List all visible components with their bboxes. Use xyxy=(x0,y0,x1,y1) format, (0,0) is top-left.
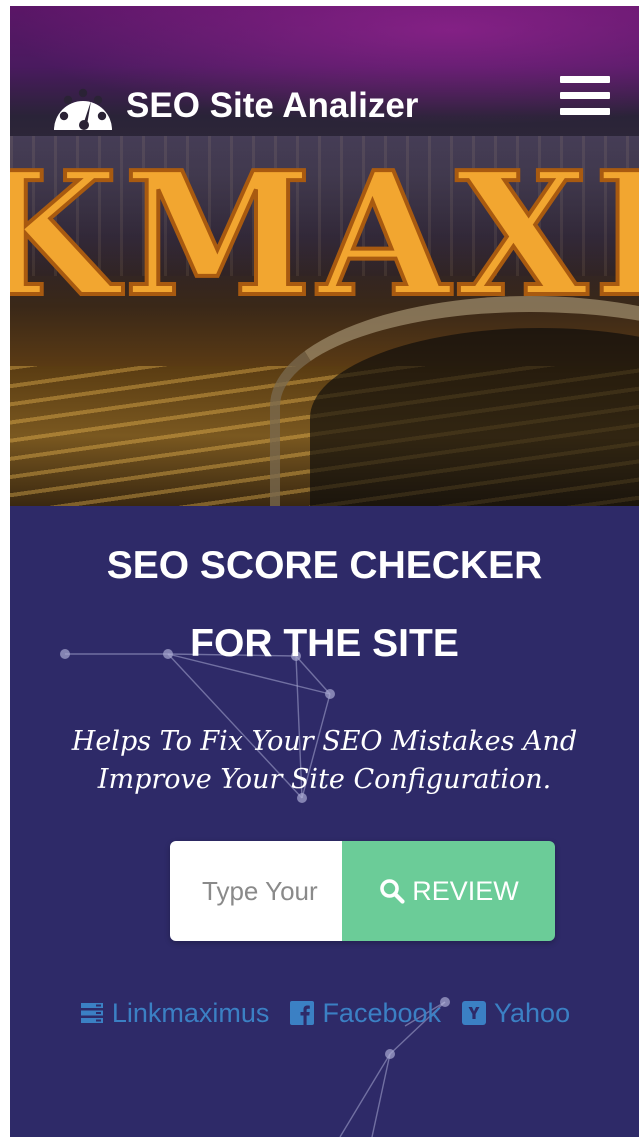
review-button[interactable]: REVIEW xyxy=(342,841,555,941)
yahoo-icon xyxy=(462,1001,487,1025)
url-input[interactable] xyxy=(170,841,342,941)
footer-links: Linkmaximus Facebook Yahoo xyxy=(10,996,639,1030)
facebook-icon xyxy=(290,1001,315,1025)
page-frame: KMAXIC SEO Site Analizer xyxy=(10,6,639,1137)
menu-bar-bottom xyxy=(560,108,610,115)
link-linkmaximus[interactable]: Linkmaximus xyxy=(79,997,270,1029)
hero-banner-letters: KMAXIC xyxy=(10,133,639,324)
network-background xyxy=(60,649,450,1137)
review-button-label: REVIEW xyxy=(412,875,519,906)
search-form: REVIEW xyxy=(170,841,555,941)
link-label-facebook: Facebook xyxy=(322,997,442,1028)
site-logo[interactable]: SEO Site Analizer xyxy=(50,78,418,134)
menu-bar-top xyxy=(560,76,610,83)
link-label-yahoo: Yahoo xyxy=(494,997,571,1028)
tagline-line-2: Improve Your Site Configuration. xyxy=(97,764,552,795)
hero-overpass xyxy=(270,296,639,506)
site-name: SEO Site Analizer xyxy=(126,86,419,125)
link-yahoo[interactable]: Yahoo xyxy=(461,998,570,1029)
main-section: SEO SCORE CHECKER FOR THE SITE Helps To … xyxy=(10,506,639,1137)
headline-line-1: SEO SCORE CHECKER xyxy=(106,544,543,587)
hamburger-menu-icon[interactable] xyxy=(560,74,612,118)
headline-line-2: FOR THE SITE xyxy=(190,622,459,665)
link-facebook[interactable]: Facebook xyxy=(289,998,441,1029)
link-label-linkmaximus: Linkmaximus xyxy=(111,997,270,1028)
speedometer-icon xyxy=(54,88,112,130)
hero-banner-text: KMAXIC xyxy=(10,135,639,324)
site-header: SEO Site Analizer xyxy=(10,6,639,146)
tagline-line-1: Helps To Fix Your SEO Mistakes And xyxy=(71,726,578,757)
server-icon xyxy=(80,1003,103,1023)
search-icon xyxy=(380,879,405,904)
menu-bar-middle xyxy=(560,92,610,99)
